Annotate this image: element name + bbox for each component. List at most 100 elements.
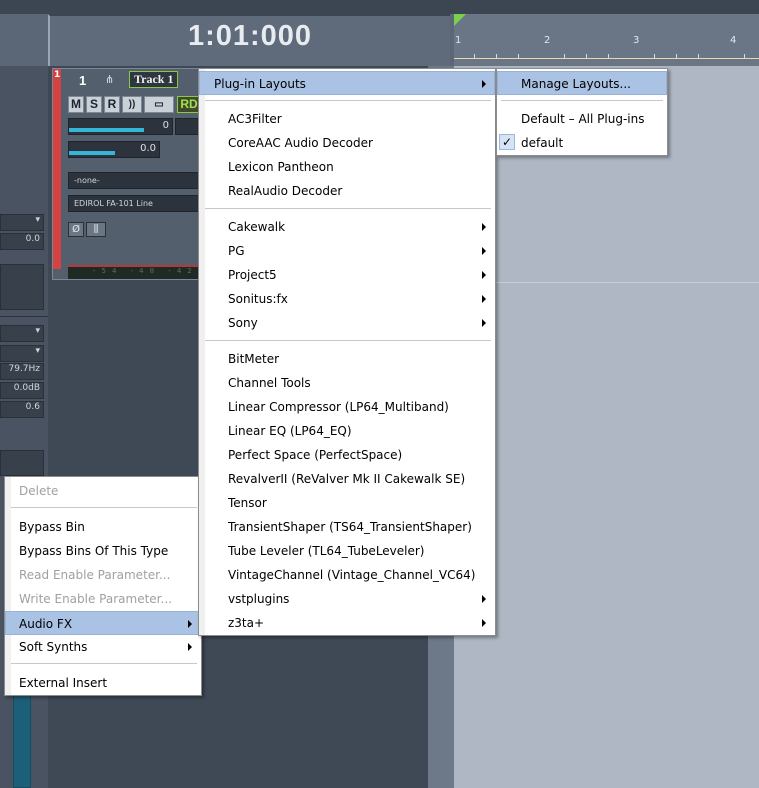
menu-separator — [11, 507, 197, 508]
menu-item-transient-shaper[interactable]: TransientShaper (TS64_TransientShaper) — [199, 515, 495, 539]
top-bar: 1:01:000 1 2 3 4 — [0, 0, 759, 66]
inspector-dropdown[interactable]: ▾ — [0, 345, 44, 362]
menu-separator — [11, 663, 197, 664]
menu-item-plugin-layouts[interactable]: Plug-in Layouts — [199, 71, 495, 95]
record-arm-button[interactable]: R — [104, 96, 120, 113]
menu-item-linear-compressor[interactable]: Linear Compressor (LP64_Multiband) — [199, 395, 495, 419]
menu-item-bitmeter[interactable]: BitMeter — [199, 347, 495, 371]
menu-item-default-all-plugins[interactable]: Default – All Plug-ins — [497, 107, 667, 131]
submenu-arrow-icon — [482, 271, 486, 279]
track-number: 1 — [79, 73, 87, 88]
track-name-field[interactable]: Track 1 — [129, 71, 179, 88]
inspector-value[interactable]: 0.0dB — [0, 382, 44, 399]
menu-separator — [205, 340, 491, 341]
track-divider-line — [454, 282, 759, 283]
menu-item-z3ta[interactable]: z3ta+ — [199, 611, 495, 635]
menu-item-tensor[interactable]: Tensor — [199, 491, 495, 515]
menu-item-write-enable-parameter[interactable]: Write Enable Parameter... — [5, 587, 201, 611]
menu-item-bypass-bin[interactable]: Bypass Bin — [5, 515, 201, 539]
menu-item-sony[interactable]: Sony — [199, 311, 495, 335]
input-echo-button[interactable]: )) — [122, 96, 142, 113]
menu-item-vstplugins[interactable]: vstplugins — [199, 587, 495, 611]
menu-item-pg[interactable]: PG — [199, 239, 495, 263]
menu-item-audio-fx[interactable]: Audio FX — [5, 611, 201, 635]
menu-item-revalver[interactable]: RevalverII (ReValver Mk II Cakewalk SE) — [199, 467, 495, 491]
ruler-tick — [586, 54, 587, 59]
pan-fader[interactable]: 0.0 — [68, 141, 160, 158]
input-selector[interactable]: -none- — [68, 172, 201, 189]
volume-fader[interactable]: 0 — [68, 118, 173, 135]
ruler-tick — [496, 54, 497, 59]
ruler-tick — [518, 54, 519, 59]
submenu-arrow-icon — [482, 319, 486, 327]
menu-item-delete[interactable]: Delete — [5, 479, 201, 503]
ruler-tick — [564, 54, 565, 59]
ruler-tick — [654, 54, 655, 59]
menu-item-cakewalk[interactable]: Cakewalk — [199, 215, 495, 239]
pan-value: 0.0 — [140, 143, 156, 154]
menu-item-soft-synths[interactable]: Soft Synths — [5, 635, 201, 659]
menu-item-lexicon-pantheon[interactable]: Lexicon Pantheon — [199, 155, 495, 179]
menu-item-coreaac-audio-decoder[interactable]: CoreAAC Audio Decoder — [199, 131, 495, 155]
menu-item-linear-eq[interactable]: Linear EQ (LP64_EQ) — [199, 419, 495, 443]
inspector-value[interactable]: 0.0 — [0, 233, 44, 250]
audio-fx-submenu: Plug-in Layouts AC3Filter CoreAAC Audio … — [198, 68, 496, 636]
menu-item-tube-leveler[interactable]: Tube Leveler (TL64_TubeLeveler) — [199, 539, 495, 563]
inspector-value[interactable]: 0.6 — [0, 401, 44, 418]
submenu-arrow-icon — [482, 223, 486, 231]
volume-fill — [69, 128, 144, 132]
inspector-button[interactable] — [0, 450, 44, 476]
record-flag-number: 1 — [54, 70, 61, 80]
top-strip — [0, 0, 759, 14]
now-time-display[interactable]: 1:01:000 — [48, 14, 450, 66]
ruler-mark: 3 — [633, 35, 640, 46]
track-header[interactable]: 1 1 ⋔ Track 1 M S R )) ▭ RD 0 0.0 -none-… — [52, 68, 202, 280]
ruler-tick — [676, 54, 677, 59]
now-marker-flag[interactable] — [454, 14, 466, 26]
inspector-dropdown[interactable]: ▾ — [0, 325, 44, 342]
solo-button[interactable]: S — [86, 96, 102, 113]
menu-item-sonitus-fx[interactable]: Sonitus:fx — [199, 287, 495, 311]
ruler-mark: 1 — [455, 35, 462, 46]
output-selector[interactable]: EDIROL FA-101 Line — [68, 195, 201, 212]
menu-item-external-insert[interactable]: External Insert — [5, 671, 201, 695]
menu-item-manage-layouts[interactable]: Manage Layouts... — [497, 71, 667, 95]
archive-button[interactable]: ▭ — [144, 96, 174, 113]
submenu-arrow-icon — [482, 80, 486, 88]
menu-item-default-layout[interactable]: ✓ default — [497, 131, 667, 155]
plugin-layouts-submenu: Manage Layouts... Default – All Plug-ins… — [496, 68, 668, 156]
checkmark-icon: ✓ — [499, 134, 515, 150]
ruler-tick — [474, 54, 475, 59]
timeline-ruler[interactable]: 1 2 3 4 — [454, 14, 759, 66]
ruler-tick — [698, 54, 699, 59]
interleave-button[interactable]: ⫼ — [86, 222, 106, 237]
pan-fill — [69, 151, 115, 155]
submenu-arrow-icon — [482, 595, 486, 603]
menu-item-ac3filter[interactable]: AC3Filter — [199, 107, 495, 131]
menu-separator — [501, 100, 663, 101]
menu-item-read-enable-parameter[interactable]: Read Enable Parameter... — [5, 563, 201, 587]
submenu-arrow-icon — [482, 247, 486, 255]
volume-value: 0 — [162, 120, 169, 131]
menu-item-channel-tools[interactable]: Channel Tools — [199, 371, 495, 395]
submenu-arrow-icon — [482, 295, 486, 303]
menu-item-bypass-bins-of-type[interactable]: Bypass Bins Of This Type — [5, 539, 201, 563]
level-meter — [13, 694, 31, 788]
ruler-baseline — [454, 58, 759, 59]
mute-button[interactable]: M — [68, 96, 84, 113]
submenu-arrow-icon — [188, 643, 192, 651]
ruler-tick — [744, 54, 745, 59]
submenu-arrow-icon — [482, 619, 486, 627]
inspector-graph[interactable] — [0, 264, 44, 310]
menu-separator — [205, 208, 491, 209]
inspector-divider — [0, 316, 48, 317]
submenu-arrow-icon — [188, 620, 192, 628]
menu-item-realaudio-decoder[interactable]: RealAudio Decoder — [199, 179, 495, 203]
track-meter: -54 -48 -42 — [68, 265, 201, 279]
phase-button[interactable]: Ø — [68, 222, 84, 237]
menu-item-perfect-space[interactable]: Perfect Space (PerfectSpace) — [199, 443, 495, 467]
menu-item-project5[interactable]: Project5 — [199, 263, 495, 287]
inspector-dropdown[interactable]: ▾ — [0, 214, 44, 231]
inspector-value[interactable]: 79.7Hz — [0, 363, 44, 380]
menu-item-vintage-channel[interactable]: VintageChannel (Vintage_Channel_VC64) — [199, 563, 495, 587]
